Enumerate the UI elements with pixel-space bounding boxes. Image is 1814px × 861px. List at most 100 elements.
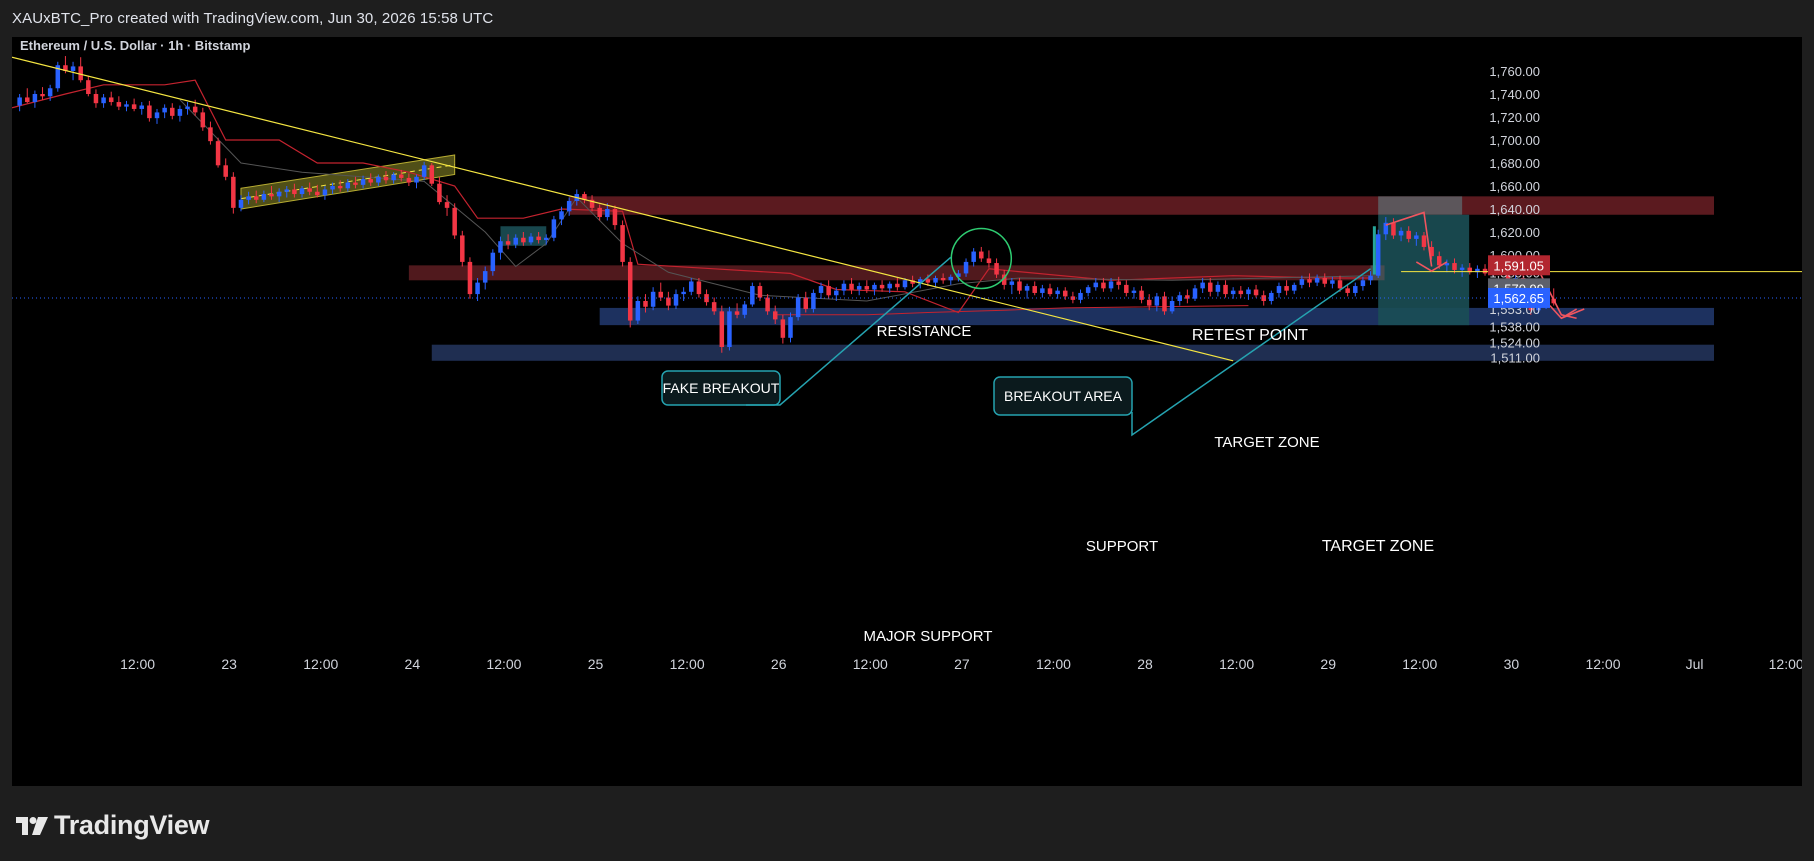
candle-body	[627, 261, 633, 321]
candle-body	[1116, 281, 1121, 285]
candle	[200, 107, 206, 131]
candle	[666, 291, 671, 311]
candle-body	[551, 219, 557, 238]
candle	[223, 158, 228, 181]
candle	[1162, 291, 1167, 315]
candle-body	[1009, 281, 1015, 285]
candle-body	[368, 179, 373, 183]
zone-resistance-retest	[408, 265, 1379, 281]
candle-body	[1353, 286, 1358, 293]
candle-body	[1398, 230, 1404, 236]
candle-body	[681, 291, 686, 295]
candle	[1230, 287, 1236, 299]
x-tick-label: 12:00	[1402, 656, 1437, 672]
x-tick-label: 25	[588, 656, 604, 672]
candle-body	[826, 286, 831, 296]
candle	[1375, 229, 1381, 278]
candlestick-chart[interactable]: FAKE BREAKOUT BREAKOUT AREA RESISTANCE SUPP…	[11, 37, 1804, 786]
top-bar: XAUxBTC_Pro created with TradingView.com…	[0, 0, 1814, 37]
candle-body	[1223, 284, 1228, 295]
candle	[612, 205, 618, 230]
candle	[215, 137, 221, 168]
candle	[1284, 280, 1289, 296]
candle-body	[620, 225, 625, 262]
candle-body	[1063, 290, 1068, 297]
candle	[673, 289, 679, 310]
candle-body	[1314, 278, 1320, 283]
candle-body	[170, 107, 175, 116]
candle-body	[940, 278, 946, 281]
retest-point-label: RETEST POINT	[1192, 327, 1308, 344]
candle	[139, 102, 144, 115]
candle-body	[1024, 286, 1030, 291]
x-tick-label: 23	[221, 656, 237, 672]
candle	[131, 98, 137, 112]
candle-body	[307, 188, 312, 192]
candle-body	[902, 280, 908, 288]
candle	[750, 282, 755, 307]
candle-body	[727, 311, 732, 347]
tradingview-logo[interactable]: TradingView	[16, 810, 210, 841]
candle-body	[376, 176, 381, 183]
candle-body	[1078, 292, 1083, 300]
candle-body	[429, 165, 435, 184]
candle-body	[963, 261, 969, 274]
candle-body	[482, 271, 488, 283]
candle	[1063, 287, 1068, 300]
candle	[108, 91, 114, 106]
candle	[452, 203, 457, 239]
candle-body	[337, 186, 343, 189]
x-tick-label: 29	[1320, 656, 1336, 672]
candle-body	[1238, 290, 1244, 295]
candle-body	[834, 290, 839, 296]
candle	[444, 195, 450, 216]
y-tick-label: 1,640.00	[1489, 202, 1540, 217]
y-tick-label: 1,511.00	[1490, 350, 1540, 365]
y-tick-label: 1,760.00	[1489, 64, 1540, 79]
candle-body	[1391, 222, 1396, 236]
candle	[1238, 286, 1244, 298]
candle-body	[475, 282, 480, 295]
candle	[849, 278, 854, 295]
chart-panel[interactable]: FAKE BREAKOUT BREAKOUT AREA RESISTANCE SUPP…	[11, 37, 1804, 786]
candle-body	[513, 237, 518, 245]
candle-body	[818, 286, 824, 293]
candle-body	[849, 283, 854, 290]
candle-body	[192, 106, 198, 113]
candle	[185, 102, 190, 115]
bottom-bar	[0, 786, 1814, 861]
candle	[979, 246, 984, 262]
candle-body	[1169, 301, 1175, 312]
candle-body	[208, 127, 213, 142]
y-tick-label: 1,680.00	[1489, 156, 1540, 171]
candle	[154, 108, 160, 124]
candle-body	[1299, 279, 1305, 285]
candle-body	[246, 196, 251, 200]
candle	[93, 89, 99, 108]
y-tick-label: 1,538.00	[1489, 319, 1540, 334]
candle-body	[887, 283, 892, 289]
candle-body	[925, 279, 931, 283]
candle-body	[1200, 282, 1205, 289]
y-tick-label: 1,700.00	[1489, 133, 1540, 148]
candle-body	[215, 141, 221, 166]
candle	[40, 87, 45, 100]
candle-body	[414, 176, 419, 183]
candle-body	[1482, 268, 1488, 274]
candle-body	[864, 286, 870, 290]
candle-body	[696, 281, 702, 295]
candle-body	[986, 258, 992, 264]
candle-body	[25, 97, 30, 103]
x-tick-label: 12:00	[670, 656, 705, 672]
candle-body	[979, 251, 984, 259]
candle-body	[284, 189, 290, 192]
candle-body	[154, 112, 160, 119]
candle	[1024, 283, 1030, 299]
x-tick-label: 12:00	[1769, 656, 1802, 672]
candle-body	[895, 283, 900, 288]
candle-body	[421, 165, 427, 177]
candle	[1276, 282, 1282, 298]
candle	[681, 287, 686, 301]
candle-body	[223, 165, 228, 177]
candle	[170, 103, 175, 120]
